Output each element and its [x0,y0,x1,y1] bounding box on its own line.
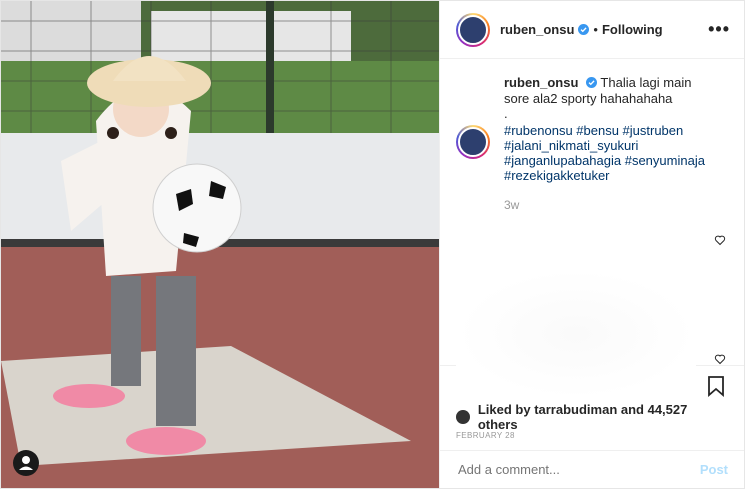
verified-badge-icon [586,77,598,88]
caption-body: ruben_onsu Thalia lagi main sore ala2 sp… [504,75,714,213]
caption-username[interactable]: ruben_onsu [504,75,578,90]
hashtags: #rubenonsu #bensu #justruben #jalani_nik… [504,123,714,183]
post-date: FEBRUARY 28 [456,431,515,440]
post-sidebar: ruben_onsu • Following ••• ruben_onsu Th… [439,1,744,488]
post-photo-image [1,1,439,488]
caption: ruben_onsu Thalia lagi main sore ala2 sp… [456,75,730,213]
more-options-icon[interactable]: ••• [708,19,730,40]
save-bookmark-icon[interactable] [704,374,728,398]
hashtag-line[interactable]: #rubenonsu #bensu #justruben [504,123,714,138]
comment-like-heart-icon[interactable] [714,353,726,365]
post-header: ruben_onsu • Following ••• [440,1,744,59]
hashtag-line[interactable]: #rezekigakketuker [504,168,714,183]
avatar[interactable] [456,12,490,47]
blurred-comments [456,269,696,399]
caption-time[interactable]: 3w [504,197,714,213]
hashtag-line[interactable]: #jalani_nikmati_syukuri [504,138,714,153]
instagram-post: ruben_onsu • Following ••• ruben_onsu Th… [0,0,745,489]
comment-box: Post [440,450,744,488]
tagged-users-icon[interactable] [13,450,39,476]
header-username[interactable]: ruben_onsu [500,22,574,37]
comment-input[interactable] [456,461,700,478]
comments-area: ruben_onsu Thalia lagi main sore ala2 sp… [440,59,744,399]
likes-summary[interactable]: Liked by tarrabudiman and 44,527 others [440,402,744,432]
likes-text[interactable]: Liked by tarrabudiman and 44,527 others [478,402,728,432]
post-comment-button[interactable]: Post [700,462,728,477]
liker-avatar[interactable] [456,410,470,424]
post-photo[interactable] [1,1,439,488]
header-separator: • [593,22,598,37]
following-button[interactable]: Following [602,22,663,37]
comment-like-heart-icon[interactable] [714,234,726,246]
verified-badge-icon [578,24,590,35]
caption-avatar[interactable] [456,125,490,159]
hashtag-line[interactable]: #janganlupabahagia #senyuminaja [504,153,714,168]
caption-divider: . [504,106,508,121]
